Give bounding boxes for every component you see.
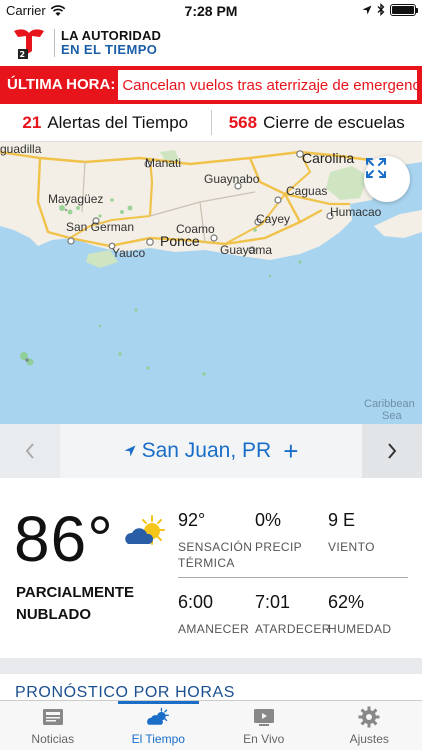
tab-ajustes[interactable]: Ajustes [317, 701, 422, 750]
map-label-cayey: Cayey [256, 212, 291, 226]
map-label-carolina: Carolina [302, 150, 355, 166]
precip-value: 0% [255, 510, 282, 530]
bluetooth-icon [377, 3, 385, 16]
brand-title: LA AUTORIDAD EN EL TIEMPO [54, 29, 161, 57]
status-time: 7:28 PM [184, 3, 238, 19]
location-selector: San Juan, PR + [0, 424, 422, 478]
tab-ajustes-label: Ajustes [349, 732, 389, 746]
condition-line-1: PARCIALMENTE [16, 584, 135, 601]
app-header: 2 LA AUTORIDAD EN EL TIEMPO [0, 22, 422, 64]
location-name: San Juan, PR [141, 439, 272, 462]
brand-line-2: EN EL TIEMPO [61, 42, 158, 57]
svg-text:2: 2 [20, 50, 26, 59]
section-separator [0, 658, 422, 674]
map-label-caribbean: Caribbean [364, 398, 415, 410]
sunrise-value: 6:00 [178, 592, 214, 612]
school-closings-link[interactable]: 568 Cierre de escuelas [212, 104, 422, 141]
alerts-bar: 21 Alertas del Tiempo 568 Cierre de escu… [0, 104, 422, 142]
partly-cloudy-icon [125, 515, 165, 545]
wind-label: VIENTO [328, 540, 375, 554]
brand-line-1: LA AUTORIDAD [61, 28, 162, 43]
tab-en-vivo[interactable]: En Vivo [211, 701, 317, 750]
current-conditions: 86° PARCIALMENTE NUBLADO 92° SENSACIÓN T… [0, 478, 422, 658]
sunset-label: ATARDECER [255, 622, 331, 636]
news-icon [42, 709, 63, 725]
previous-location-button[interactable] [0, 424, 60, 478]
map-label-guadilla: guadilla [0, 142, 42, 156]
chevron-right-icon [388, 443, 397, 459]
stat-sunset: 7:01 ATARDECER [255, 592, 331, 637]
stat-precip: 0% PRECIP [255, 510, 302, 555]
map-label-caguas: Caguas [286, 184, 328, 198]
tab-el-tiempo[interactable]: El Tiempo [106, 701, 212, 750]
humidity-value: 62% [328, 592, 365, 612]
status-right [362, 3, 418, 16]
chevron-left-icon [25, 443, 34, 459]
weather-icon [147, 707, 170, 725]
settings-icon [358, 706, 380, 728]
current-location[interactable]: San Juan, PR + [60, 424, 362, 478]
breaking-news-tag: ÚLTIMA HORA: [5, 70, 119, 100]
weather-alerts-count: 21 [22, 112, 42, 132]
wind-value: 9 E [328, 510, 356, 530]
weather-map[interactable]: guadilla Manati Carolina Guaynabo Mayagü… [0, 142, 422, 424]
location-arrow-icon [124, 445, 136, 457]
next-location-button[interactable] [362, 424, 422, 478]
weather-alerts-label: Alertas del Tiempo [47, 112, 189, 132]
school-closings-label: Cierre de escuelas [263, 112, 405, 132]
status-bar: Carrier 7:28 PM [0, 0, 422, 22]
feels-like-label: SENSACIÓN TÉRMICA [178, 539, 252, 571]
weather-alerts-link[interactable]: 21 Alertas del Tiempo [0, 104, 211, 141]
humidity-label: HUMEDAD [328, 622, 392, 636]
telemundo-logo-icon: 2 [14, 29, 44, 59]
map-label-ponce: Ponce [160, 233, 200, 249]
breaking-news-headline: Cancelan vuelos tras aterrizaje de emerg… [122, 76, 422, 94]
tab-noticias-label: Noticias [31, 732, 75, 746]
app-screen: Carrier 7:28 PM 2 LA AUTORIDAD EN EL TIE… [0, 0, 422, 750]
tab-el-tiempo-label: El Tiempo [131, 732, 185, 746]
breaking-news-banner[interactable]: ÚLTIMA HORA: Cancelan vuelos tras aterri… [0, 66, 422, 104]
expand-map-button[interactable] [364, 156, 410, 202]
map-label-san-german: San German [66, 220, 135, 234]
stat-wind: 9 E VIENTO [328, 510, 375, 555]
map-label-yauco: Yauco [112, 246, 146, 260]
feels-like-label-line-1: SENSACIÓN [178, 540, 253, 554]
tab-en-vivo-label: En Vivo [243, 732, 285, 746]
map-label-manati: Manati [145, 156, 182, 170]
precip-label: PRECIP [255, 540, 303, 554]
video-icon [253, 709, 274, 726]
tab-noticias[interactable]: Noticias [0, 701, 106, 750]
stat-humidity: 62% HUMEDAD [328, 592, 391, 637]
sunrise-label: AMANECER [178, 622, 250, 636]
location-arrow-icon [362, 5, 372, 14]
map-label-mayaguez: Mayagüez [48, 192, 104, 206]
map-label-guayama: Guayama [220, 243, 273, 257]
stat-feels-like: 92° SENSACIÓN TÉRMICA [178, 510, 252, 571]
sunset-value: 7:01 [255, 592, 291, 612]
feels-like-label-line-2: TÉRMICA [178, 556, 235, 570]
condition-text: PARCIALMENTE NUBLADO [16, 582, 134, 626]
map-label-sea: Sea [382, 410, 402, 422]
condition-line-2: NUBLADO [16, 606, 91, 623]
map-label-humacao: Humacao [330, 205, 382, 219]
feels-like-value: 92° [178, 510, 206, 530]
add-location-button[interactable]: + [283, 436, 298, 467]
stats-divider [178, 577, 408, 578]
battery-icon [390, 3, 418, 16]
tab-bar: Noticias El Tiempo En Vivo Ajustes [0, 700, 422, 750]
stat-sunrise: 6:00 AMANECER [178, 592, 249, 637]
current-temperature: 86° [14, 503, 114, 575]
school-closings-count: 568 [228, 112, 258, 132]
expand-icon [366, 158, 386, 178]
map-label-guaynabo: Guaynabo [204, 172, 260, 186]
